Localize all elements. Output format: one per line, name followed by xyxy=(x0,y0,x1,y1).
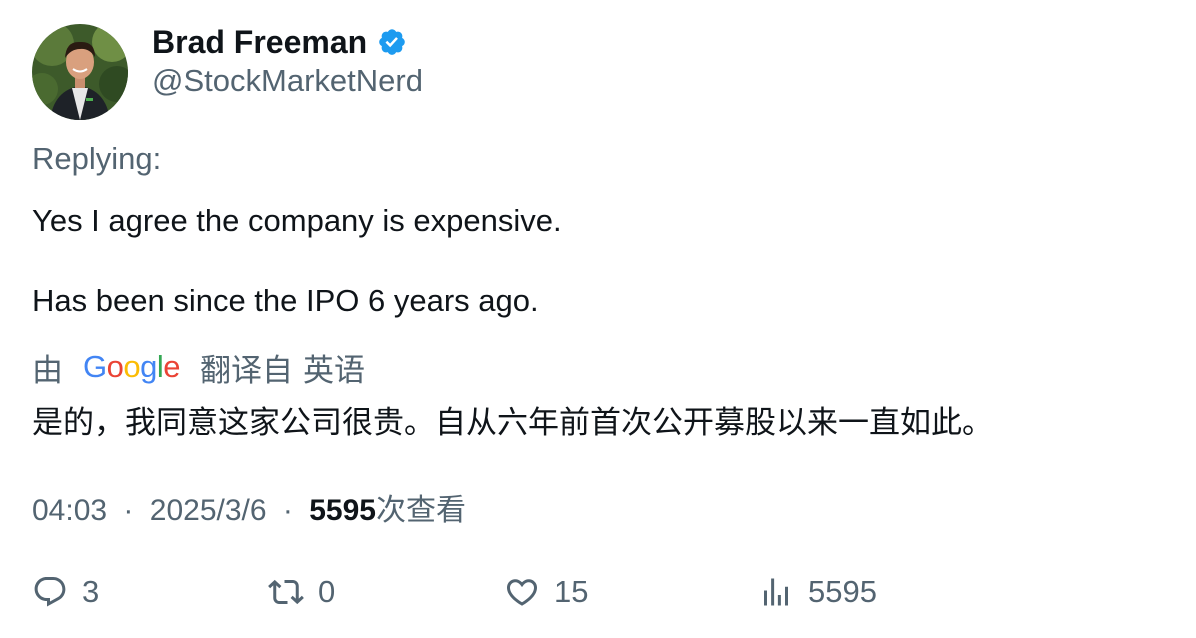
avatar-image xyxy=(32,24,128,120)
translated-tweet-text: 是的，我同意这家公司很贵。自从六年前首次公开募股以来一直如此。 xyxy=(32,405,993,440)
author-handle[interactable]: @StockMarketNerd xyxy=(152,63,423,99)
tweet-date[interactable]: 2025/3/6 xyxy=(150,494,267,527)
reply-count: 3 xyxy=(82,574,100,609)
views-button[interactable]: 5595 xyxy=(758,572,877,612)
tweet-meta: 04:03 · 2025/3/6 · 5595次查看 xyxy=(32,485,466,529)
reply-icon xyxy=(32,574,68,610)
meta-separator: · xyxy=(282,494,293,527)
tweet-text-line: Has been since the IPO 6 years ago. xyxy=(32,283,539,318)
author-display-name[interactable]: Brad Freeman xyxy=(152,24,367,61)
reply-button[interactable]: 3 xyxy=(32,572,99,612)
views-label: 次查看 xyxy=(375,494,466,527)
verified-badge-icon xyxy=(377,27,407,57)
translation-source-language: 英语 xyxy=(303,352,366,388)
analytics-icon xyxy=(758,574,794,610)
like-count: 15 xyxy=(554,574,589,609)
like-button[interactable]: 15 xyxy=(504,572,588,612)
translation-label: 翻译自 xyxy=(200,352,294,388)
author-name-row: Brad Freeman xyxy=(152,22,407,62)
heart-icon xyxy=(504,574,540,610)
avatar[interactable] xyxy=(32,24,128,120)
views-count: 5595 xyxy=(309,494,376,527)
retweet-button[interactable]: 0 xyxy=(268,572,335,612)
translation-attribution: 由 Google 翻译自 英语 xyxy=(32,347,366,388)
replying-label: Replying: xyxy=(32,141,162,176)
tweet-time[interactable]: 04:03 xyxy=(32,494,107,527)
views-action-count: 5595 xyxy=(808,574,877,609)
retweet-count: 0 xyxy=(318,574,336,609)
retweet-icon xyxy=(268,574,304,610)
google-logo[interactable]: Google xyxy=(83,349,181,385)
translation-prefix: 由 xyxy=(32,352,63,388)
meta-separator: · xyxy=(123,494,134,527)
tweet-text-line: Yes I agree the company is expensive. xyxy=(32,203,562,238)
